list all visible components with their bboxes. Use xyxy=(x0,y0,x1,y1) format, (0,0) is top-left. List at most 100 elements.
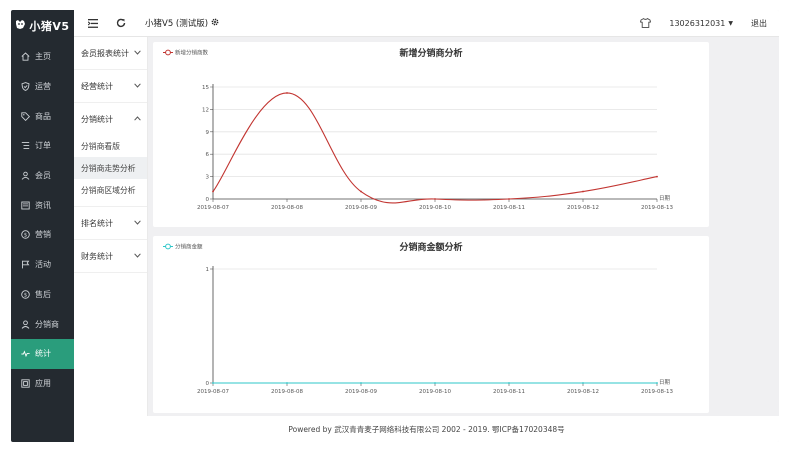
svg-text:$: $ xyxy=(23,292,27,298)
legend-label: 分销商金额 xyxy=(175,243,203,251)
logo-text: 小猪V5 xyxy=(29,20,70,33)
shop-name: 小猪V5 (测试版) xyxy=(145,19,209,29)
app-window: 小猪V5 主页运营商品订单会员资讯 $ 营销活动 $ 售后分销商统计应用 小猪V5 (测… xyxy=(11,10,779,442)
sidebar-item-3[interactable]: 订单 xyxy=(11,131,74,161)
pulse-icon xyxy=(20,349,30,359)
submenu-group: 经营统计 xyxy=(74,70,147,103)
footer-text: Powered by 武汉青青麦子网络科技有限公司 2002 - 2019. 鄂… xyxy=(288,424,565,434)
legend-swatch-marker xyxy=(165,49,171,56)
submenu-item[interactable]: 分销商区域分析 xyxy=(74,179,147,201)
submenu-item[interactable]: 分销商看版 xyxy=(74,135,147,157)
sidebar-item-2[interactable]: 商品 xyxy=(11,101,74,131)
submenu-group-label: 经营统计 xyxy=(81,81,113,91)
x-tick-label: 2019-08-12 xyxy=(567,205,599,211)
sidebar-item-label: 活动 xyxy=(35,260,51,270)
distributor-amount-chart: 分销商金额分析 分销商金额 0 1 2019-08-07 2019-08-08 2019-0… xyxy=(163,241,673,395)
sidebar-item-label: 订单 xyxy=(35,141,51,151)
sidebar-item-0[interactable]: 主页 xyxy=(11,42,74,72)
submenu-group: 会员报表统计 xyxy=(74,37,147,70)
refresh-icon[interactable] xyxy=(114,16,128,30)
submenu-group: 分销统计分销商看版 分销商走势分析 分销商区域分析 xyxy=(74,103,147,207)
data-point xyxy=(508,382,510,384)
submenu-group-title[interactable]: 经营统计 xyxy=(74,70,147,102)
x-tick-label: 2019-08-12 xyxy=(567,389,599,395)
submenu-group-title[interactable]: 分销统计 xyxy=(74,103,147,135)
chevron-down-icon xyxy=(134,252,141,260)
submenu-group: 财务统计 xyxy=(74,240,147,273)
user-account-menu[interactable]: 13026312031 xyxy=(669,19,725,28)
menu-toggle-icon[interactable] xyxy=(86,16,100,30)
chevron-up-icon xyxy=(134,115,141,123)
x-tick-label: 2019-08-10 xyxy=(419,205,451,211)
data-point xyxy=(212,382,214,384)
chart-title: 分销商金额分析 xyxy=(399,241,462,253)
submenu-item[interactable]: 分销商走势分析 xyxy=(74,157,147,179)
main-sidebar: 小猪V5 主页运营商品订单会员资讯 $ 营销活动 $ 售后分销商统计应用 xyxy=(11,10,74,442)
chevron-down-icon xyxy=(134,82,141,90)
user-icon xyxy=(20,319,30,329)
x-tick-label: 2019-08-13 xyxy=(641,205,673,211)
sidebar-item-10[interactable]: 统计 xyxy=(11,338,74,369)
y-tick-label: 1 xyxy=(206,267,210,273)
data-point xyxy=(360,382,362,384)
sidebar-item-7[interactable]: 活动 xyxy=(11,250,74,280)
sidebar-item-label: 运营 xyxy=(35,82,51,92)
y-tick-label: 15 xyxy=(202,85,209,91)
submenu-group-label: 财务统计 xyxy=(81,251,113,261)
chevron-down-icon xyxy=(134,49,141,57)
x-tick-label: 2019-08-08 xyxy=(271,205,303,211)
x-tick-label: 2019-08-10 xyxy=(419,389,451,395)
sidebar-item-6[interactable]: $ 营销 xyxy=(11,220,74,250)
caret-down-icon[interactable]: ▼ xyxy=(728,20,733,27)
x-tick-label: 2019-08-07 xyxy=(197,205,229,211)
new-distributors-chart: 新增分销商分析 新增分销商数 0 3 6 9 12 15 2019-08-07 2019-08-0… xyxy=(163,47,673,211)
submenu-group-title[interactable]: 排名统计 xyxy=(74,207,147,239)
y-tick-label: 0 xyxy=(206,197,210,203)
logout-button[interactable]: 退出 xyxy=(751,18,767,29)
shirt-icon[interactable] xyxy=(640,18,652,28)
legend-label: 新增分销商数 xyxy=(175,49,209,57)
pig-logo-icon xyxy=(15,19,26,33)
app-icon xyxy=(20,378,30,388)
y-tick-label: 3 xyxy=(206,175,210,181)
y-tick-label: 9 xyxy=(206,130,210,136)
dollar-circle-icon: $ xyxy=(20,289,30,299)
tag-icon xyxy=(20,111,30,121)
gear-icon[interactable] xyxy=(211,18,219,28)
main-content: 新增分销商分析 新增分销商数 0 3 6 9 12 15 2019-08-07 2019-08-0… xyxy=(149,37,779,416)
x-axis-label: 日期 xyxy=(659,195,671,202)
x-tick-label: 2019-08-08 xyxy=(271,389,303,395)
chevron-down-icon xyxy=(134,219,141,227)
sidebar-item-label: 商品 xyxy=(35,111,51,121)
sidebar-item-label: 分销商 xyxy=(35,319,59,329)
sidebar-item-label: 统计 xyxy=(35,349,51,359)
x-tick-label: 2019-08-09 xyxy=(345,389,377,395)
data-point xyxy=(434,382,436,384)
footer: Powered by 武汉青青麦子网络科技有限公司 2002 - 2019. 鄂… xyxy=(74,416,779,442)
x-tick-label: 2019-08-11 xyxy=(493,389,525,395)
data-point xyxy=(582,382,584,384)
x-tick-label: 2019-08-13 xyxy=(641,389,673,395)
stats-submenu: 会员报表统计经营统计分销统计分销商看版 分销商走势分析 分销商区域分析排名统计财务统… xyxy=(74,37,148,416)
x-axis-label: 日期 xyxy=(659,379,671,386)
submenu-group-title[interactable]: 财务统计 xyxy=(74,240,147,272)
sidebar-item-1[interactable]: 运营 xyxy=(11,72,74,102)
sidebar-item-5[interactable]: 资讯 xyxy=(11,190,74,220)
sidebar-item-8[interactable]: $ 售后 xyxy=(11,280,74,310)
svg-text:$: $ xyxy=(23,233,27,239)
data-point xyxy=(656,175,658,178)
sidebar-item-4[interactable]: 会员 xyxy=(11,161,74,191)
sidebar-item-11[interactable]: 应用 xyxy=(11,369,74,399)
sidebar-item-label: 会员 xyxy=(35,171,51,181)
submenu-group-label: 分销统计 xyxy=(81,114,113,124)
logo[interactable]: 小猪V5 xyxy=(11,10,74,42)
y-tick-label: 0 xyxy=(206,381,210,387)
top-header: 小猪V5 (测试版) 13026312031 ▼ 退出 xyxy=(74,10,779,37)
data-point xyxy=(286,92,288,94)
sidebar-item-9[interactable]: 分销商 xyxy=(11,309,74,339)
submenu-group-title[interactable]: 会员报表统计 xyxy=(74,37,147,69)
sidebar-item-label: 售后 xyxy=(35,289,51,299)
x-tick-label: 2019-08-07 xyxy=(197,389,229,395)
home-icon xyxy=(20,52,30,62)
x-tick-label: 2019-08-11 xyxy=(493,205,525,211)
